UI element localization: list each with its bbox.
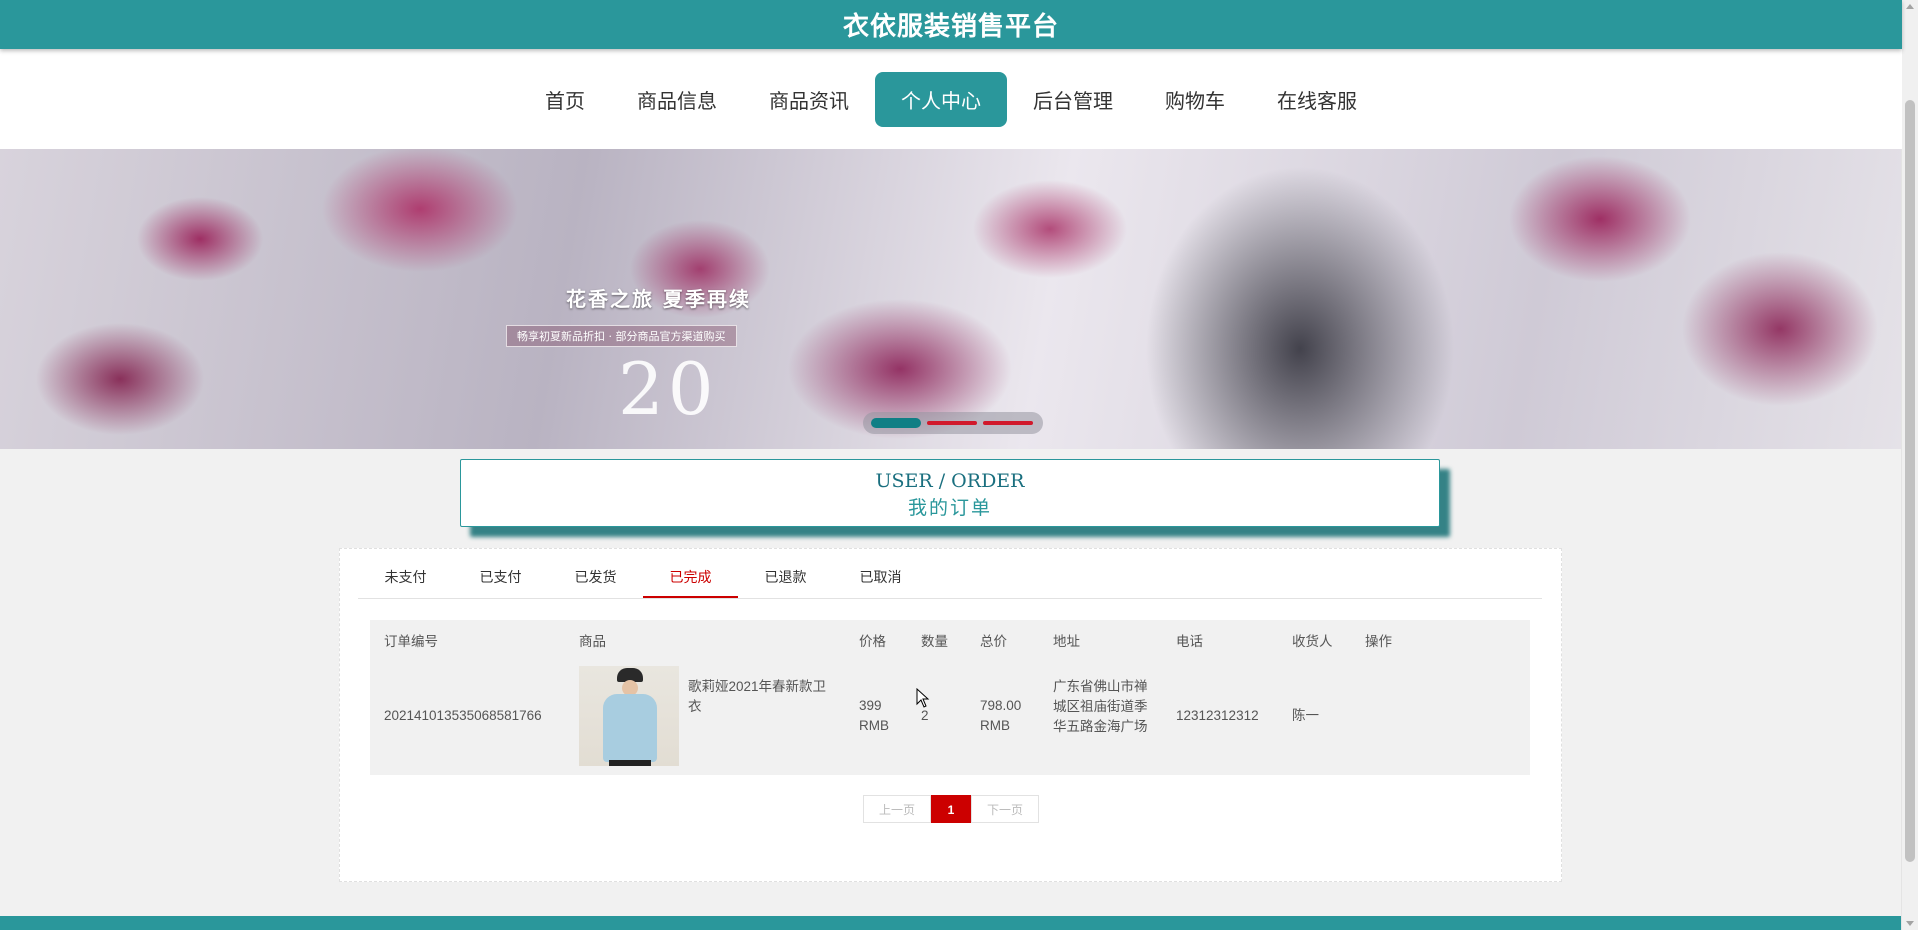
scroll-up-icon[interactable] [1906, 4, 1914, 9]
nav-news[interactable]: 商品资讯 [743, 72, 875, 127]
carousel-dot-1[interactable] [871, 418, 921, 428]
nav-products[interactable]: 商品信息 [611, 72, 743, 127]
nav-cart[interactable]: 购物车 [1139, 72, 1251, 127]
current-page-button[interactable]: 1 [931, 795, 971, 823]
order-status-tabs: 未支付 已支付 已发货 已完成 已退款 已取消 [358, 564, 1542, 599]
tab-cancelled[interactable]: 已取消 [833, 564, 928, 598]
header-order-no: 订单编号 [384, 634, 438, 649]
header-action: 操作 [1365, 634, 1392, 649]
banner-big-number: 20 [618, 347, 718, 431]
prev-page-button[interactable]: 上一页 [863, 795, 931, 823]
orders-panel: 未支付 已支付 已发货 已完成 已退款 已取消 订单编号 商品 价格 数量 总价… [339, 548, 1562, 882]
tab-paid[interactable]: 已支付 [453, 564, 548, 598]
section-title-box: USER / ORDER 我的订单 [460, 459, 1440, 527]
address: 广东省佛山市禅城区祖庙街道季华五路金海广场 [1053, 679, 1148, 734]
order-number: 202141013535068581766 [384, 708, 542, 723]
product-image[interactable] [579, 666, 679, 766]
tab-shipped[interactable]: 已发货 [548, 564, 643, 598]
pagination: 上一页 1 下一页 [863, 795, 1039, 823]
header-qty: 数量 [921, 634, 948, 649]
price: 399 RMB [859, 698, 889, 733]
header-total: 总价 [980, 634, 1007, 649]
nav-home[interactable]: 首页 [519, 72, 611, 127]
receiver: 陈一 [1292, 708, 1319, 723]
main-nav: 首页 商品信息 商品资讯 个人中心 后台管理 购物车 在线客服 [0, 49, 1902, 149]
tab-refunded[interactable]: 已退款 [738, 564, 833, 598]
site-title: 衣依服装销售平台 [842, 12, 1059, 42]
nav-admin[interactable]: 后台管理 [1007, 72, 1139, 127]
nav-personal-center[interactable]: 个人中心 [875, 72, 1007, 127]
header-product: 商品 [579, 634, 606, 649]
next-page-button[interactable]: 下一页 [971, 795, 1039, 823]
hero-banner[interactable]: 花香之旅 夏季再续 畅享初夏新品折扣 · 部分商品官方渠道购买 20 [0, 149, 1902, 449]
nav-support[interactable]: 在线客服 [1251, 72, 1383, 127]
tab-completed[interactable]: 已完成 [643, 564, 738, 598]
total-price: 798.00 RMB [980, 698, 1022, 733]
page-scrollbar[interactable] [1901, 0, 1918, 930]
product-name[interactable]: 歌莉娅2021年春新款卫衣 [688, 677, 828, 717]
header-price: 价格 [859, 634, 886, 649]
carousel-indicators [863, 412, 1043, 434]
site-header: 衣依服装销售平台 [0, 0, 1902, 49]
quantity: 2 [921, 708, 929, 723]
header-receiver: 收货人 [1292, 634, 1333, 649]
mouse-cursor-icon [916, 688, 930, 708]
banner-subtext: 畅享初夏新品折扣 · 部分商品官方渠道购买 [506, 325, 737, 347]
section-title-en: USER / ORDER [875, 470, 1025, 492]
order-table: 订单编号 商品 价格 数量 总价 地址 电话 收货人 操作 2021410135… [370, 620, 1530, 775]
carousel-dot-2[interactable] [927, 421, 977, 425]
scroll-down-icon[interactable] [1906, 921, 1914, 926]
header-address: 地址 [1053, 634, 1080, 649]
site-footer [0, 916, 1902, 930]
phone: 12312312312 [1176, 708, 1259, 723]
scroll-thumb[interactable] [1905, 100, 1915, 862]
section-title-cn: 我的订单 [907, 497, 992, 519]
tab-unpaid[interactable]: 未支付 [358, 564, 453, 598]
carousel-dot-3[interactable] [983, 421, 1033, 425]
banner-headline: 花香之旅 夏季再续 [566, 287, 751, 311]
header-phone: 电话 [1176, 634, 1203, 649]
